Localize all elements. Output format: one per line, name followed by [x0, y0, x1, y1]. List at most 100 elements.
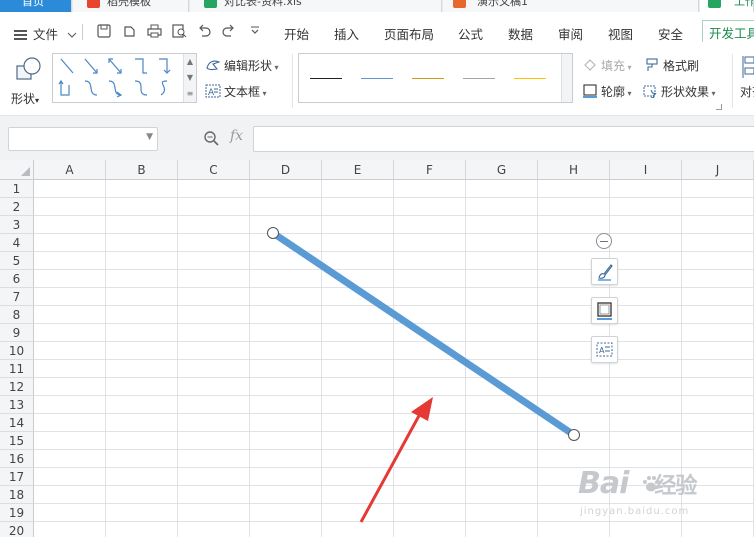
line-shapes-icon [58, 58, 171, 98]
row-header[interactable]: 15 [0, 432, 34, 450]
line-style-gallery[interactable] [298, 53, 573, 103]
row-header[interactable]: 20 [0, 522, 34, 537]
row-header[interactable]: 6 [0, 270, 34, 288]
gridline [34, 251, 754, 252]
column-header[interactable]: H [538, 160, 610, 180]
baidu-paw-icon [643, 476, 660, 492]
textbox-button[interactable]: A 文本框 ▾ [205, 83, 267, 100]
row-header[interactable]: 16 [0, 450, 34, 468]
row-header[interactable]: 18 [0, 486, 34, 504]
fill-button[interactable]: 填充 ▾ [582, 57, 632, 74]
column-header[interactable]: D [250, 160, 322, 180]
spreadsheet-icon [708, 0, 721, 8]
format-painter-button[interactable]: 格式刷 [644, 57, 699, 74]
row-header[interactable]: 10 [0, 342, 34, 360]
print-preview-icon[interactable] [171, 24, 187, 40]
redo-icon[interactable] [221, 24, 237, 40]
line-style-4[interactable] [463, 78, 495, 79]
shape-style-button[interactable] [591, 258, 618, 285]
row-header[interactable]: 11 [0, 360, 34, 378]
column-header[interactable]: B [106, 160, 178, 180]
undo-icon[interactable] [196, 24, 212, 40]
column-header[interactable]: C [178, 160, 250, 180]
menu-item-developer[interactable]: 开发工具 [702, 20, 754, 42]
collapse-icon[interactable] [596, 233, 612, 249]
row-header[interactable]: 7 [0, 288, 34, 306]
save-icon[interactable] [96, 24, 112, 40]
spreadsheet-app: 首页 稻壳模板 对比表-资料.xls 演示文稿1 工作 文件 开始 插入 页面布… [0, 0, 754, 537]
row-header[interactable]: 14 [0, 414, 34, 432]
row-header[interactable]: 9 [0, 324, 34, 342]
tab-docer[interactable]: 稻壳模板 [73, 0, 189, 12]
row-header[interactable]: 12 [0, 378, 34, 396]
chevron-down-icon [67, 32, 77, 38]
menu-item-data[interactable]: 数据 [508, 24, 533, 43]
align-icon[interactable] [742, 56, 754, 81]
brush-icon [598, 264, 613, 281]
formula-input[interactable] [253, 126, 754, 152]
line-style-5[interactable] [514, 78, 546, 79]
gallery-scrollbar[interactable]: ▲ ▼ ≡ [183, 54, 196, 102]
column-header[interactable]: A [34, 160, 106, 180]
zoom-formula-icon[interactable] [203, 130, 219, 146]
menu-item-insert[interactable]: 插入 [334, 24, 359, 43]
row-header[interactable]: 19 [0, 504, 34, 522]
gallery-scrollbar[interactable] [561, 54, 572, 102]
svg-text:A: A [599, 346, 605, 355]
customize-toolbar-icon[interactable] [247, 24, 263, 40]
print-icon[interactable] [146, 24, 162, 40]
file-menu[interactable]: 文件 [14, 24, 77, 43]
menu-item-security[interactable]: 安全 [658, 24, 683, 43]
spreadsheet-icon [204, 0, 217, 8]
menu-item-view[interactable]: 视图 [608, 24, 633, 43]
row-header[interactable]: 1 [0, 180, 34, 198]
row-header[interactable]: 17 [0, 468, 34, 486]
column-header[interactable]: G [466, 160, 538, 180]
export-icon[interactable] [121, 24, 137, 40]
tab-home[interactable]: 首页 [0, 0, 72, 12]
insert-function-button[interactable]: fx [230, 128, 243, 144]
chevron-down-icon[interactable]: ▼ [146, 132, 153, 142]
line-style-1[interactable] [310, 78, 342, 79]
row-header[interactable]: 8 [0, 306, 34, 324]
name-box[interactable]: ▼ [8, 127, 158, 151]
menu-item-page-layout[interactable]: 页面布局 [384, 24, 434, 43]
line-style-2[interactable] [361, 78, 393, 79]
gridline [34, 395, 754, 396]
gridline [34, 287, 754, 288]
gridline [34, 521, 754, 522]
ribbon-drawing-tools: 形状▾ ▲ ▼ ≡ 编辑形状 ▾ A 文本框 ▾ 填充 ▾ 轮廓 ▾ 格式刷 形… [0, 50, 754, 116]
tab-spreadsheet-file[interactable]: 对比表-资料.xls [190, 0, 442, 12]
shape-outline-button[interactable] [591, 297, 618, 324]
outline-icon [583, 84, 597, 98]
tab-presentation[interactable]: 演示文稿1 [443, 0, 699, 12]
tab-workbook-active[interactable]: 工作 [700, 0, 754, 12]
row-header[interactable]: 3 [0, 216, 34, 234]
line-style-3[interactable] [412, 78, 444, 79]
menu-item-review[interactable]: 审阅 [558, 24, 583, 43]
row-header[interactable]: 4 [0, 234, 34, 252]
shape-effects-button[interactable]: 形状效果 ▾ [642, 83, 716, 100]
outline-button[interactable]: 轮廓 ▾ [582, 83, 632, 100]
align-button[interactable]: 对齐 [740, 83, 754, 100]
column-header[interactable]: I [610, 160, 682, 180]
column-header[interactable]: F [394, 160, 466, 180]
row-header[interactable]: 2 [0, 198, 34, 216]
insert-shape-button[interactable]: 形状▾ [11, 56, 47, 106]
select-all-button[interactable] [0, 160, 34, 180]
row-header[interactable]: 5 [0, 252, 34, 270]
ribbon-group-launcher[interactable] [716, 104, 722, 110]
shape-gallery[interactable]: ▲ ▼ ≡ [52, 53, 197, 103]
gridline [34, 359, 754, 360]
menu-item-home[interactable]: 开始 [284, 24, 309, 43]
column-header[interactable]: J [682, 160, 754, 180]
edit-shape-button[interactable]: 编辑形状 ▾ [205, 57, 279, 74]
svg-text:A: A [208, 88, 215, 98]
text-wrap-button[interactable]: A [591, 336, 618, 363]
column-header[interactable]: E [322, 160, 394, 180]
menu-item-formulas[interactable]: 公式 [458, 24, 483, 43]
presentation-icon [453, 0, 466, 8]
formula-bar: ▼ fx [0, 116, 754, 160]
row-header[interactable]: 13 [0, 396, 34, 414]
docer-icon [87, 0, 100, 8]
